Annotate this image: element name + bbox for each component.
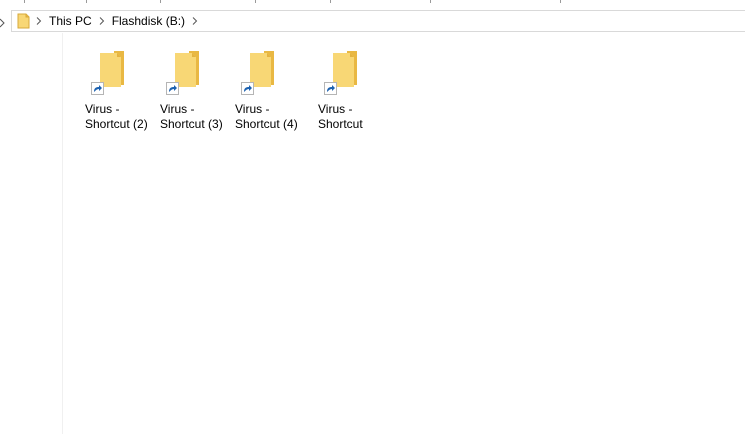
up-arrow-icon[interactable] [0,13,8,29]
chevron-right-icon[interactable] [188,11,202,31]
file-item[interactable]: Virus - Shortcut [317,51,389,132]
folder-icon [16,13,32,29]
chevron-right-icon[interactable] [32,11,46,31]
file-item[interactable]: Virus - Shortcut (3) [159,51,231,132]
chevron-right-icon[interactable] [95,11,109,31]
navigation-pane [0,33,63,434]
top-strip [0,0,745,6]
file-item[interactable]: Virus - Shortcut (2) [84,51,156,132]
file-name: Virus - Shortcut (2) [85,102,148,131]
shortcut-folder-icon [84,51,156,99]
shortcut-folder-icon [159,51,231,99]
file-list: Virus - Shortcut (2) Virus - Shortcut (3) [64,33,745,434]
address-bar[interactable]: This PC Flashdisk (B:) [11,10,745,32]
file-name: Virus - Shortcut (3) [160,102,223,131]
file-name: Virus - Shortcut (4) [235,102,298,131]
file-item[interactable]: Virus - Shortcut (4) [234,51,306,132]
shortcut-folder-icon [234,51,306,99]
file-name: Virus - Shortcut [318,102,363,131]
breadcrumb-flashdisk[interactable]: Flashdisk (B:) [109,11,188,31]
breadcrumb-this-pc[interactable]: This PC [46,11,95,31]
shortcut-folder-icon [317,51,389,99]
